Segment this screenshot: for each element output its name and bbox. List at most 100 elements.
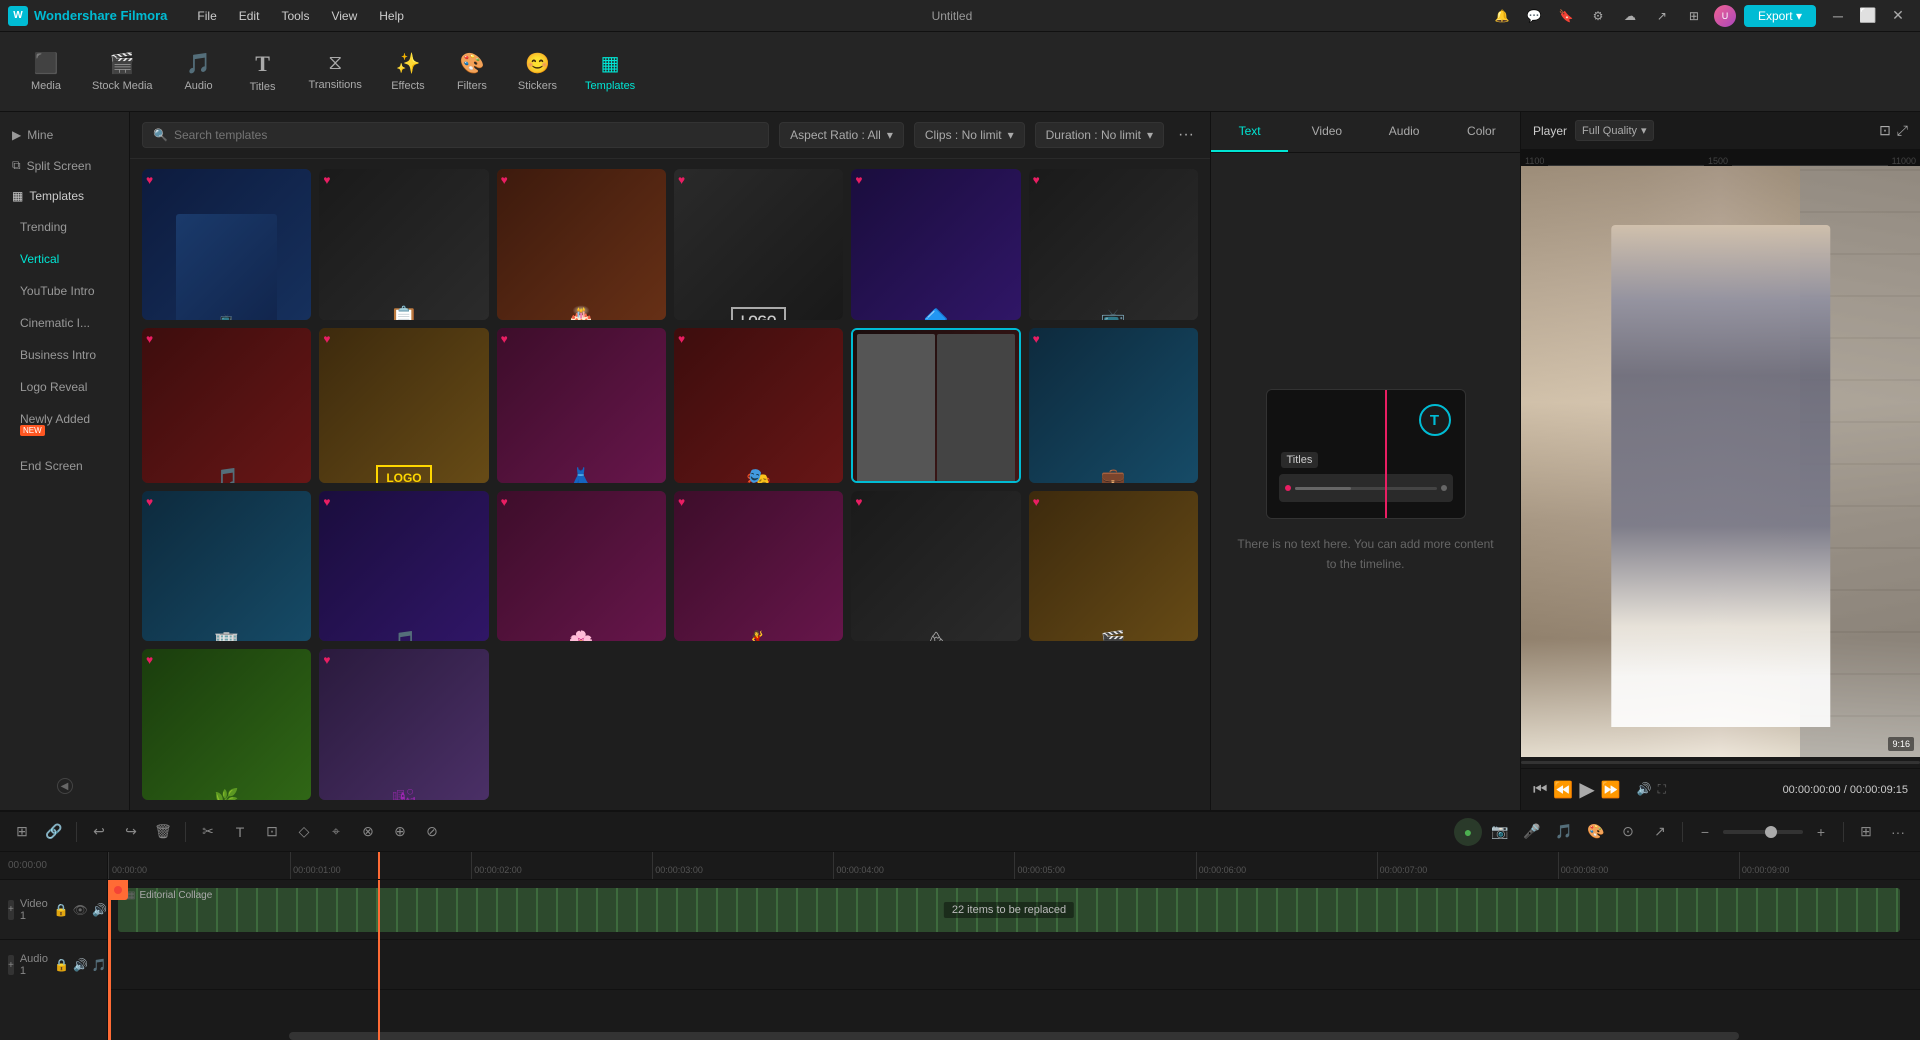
tab-color[interactable]: Color <box>1443 112 1520 152</box>
audio-lock-icon[interactable]: 🔒 <box>54 958 69 972</box>
sidebar-item-trending[interactable]: Trending <box>4 212 125 242</box>
template-card-13[interactable]: ♥ 🏢 00:11 ⬇ Exquisite Business Sal... <box>142 491 311 642</box>
aspect-ratio-filter[interactable]: Aspect Ratio : All ▾ <box>779 122 904 148</box>
template-card-18[interactable]: ♥ 🎬 00:11 ⬇ <box>1029 491 1198 642</box>
message-icon[interactable]: 💬 <box>1522 4 1546 28</box>
template-card-14[interactable]: ♥ 🎵 00:11 ⬇ Dynamic Music Snap 03 <box>319 491 488 642</box>
mic-button[interactable]: 🎤 <box>1518 818 1546 846</box>
video-clip[interactable]: ▦ Editorial Collage 22 items to be repla… <box>118 888 1900 932</box>
minimize-button[interactable]: ─ <box>1824 4 1852 28</box>
zoom-track[interactable] <box>1723 830 1803 834</box>
share-icon[interactable]: ↗ <box>1650 4 1674 28</box>
player-progress-bar[interactable] <box>1521 761 1920 764</box>
trim-button[interactable]: ⊘ <box>418 818 446 846</box>
close-button[interactable]: ✕ <box>1884 4 1912 28</box>
split-button[interactable]: ⊕ <box>386 818 414 846</box>
notification-icon[interactable]: 🔔 <box>1490 4 1514 28</box>
tool-effects[interactable]: ✨ Effects <box>378 43 438 100</box>
audio-record-button[interactable]: 🎵 <box>1550 818 1578 846</box>
add-track-button[interactable]: ⊞ <box>8 818 36 846</box>
menu-tools[interactable]: Tools <box>271 5 319 27</box>
template-card-11[interactable]: Add to Project ♥ 00:09 + Editorial Colla… <box>851 328 1020 483</box>
timeline-ruler[interactable]: 00:00:00 00:00:01:00 00:00:02:00 00:00:0… <box>108 852 1920 880</box>
crop-icon[interactable]: ⊡ <box>1879 122 1891 139</box>
sidebar-item-logo-reveal[interactable]: Logo Reveal <box>4 372 125 402</box>
sidebar-item-youtube-intro[interactable]: YouTube Intro <box>4 276 125 306</box>
template-card-6[interactable]: ♥ 📺 00:08 ⬇ Endscreen 06 <box>1029 169 1198 320</box>
video-eye-icon[interactable]: 👁 <box>73 903 88 917</box>
add-video-track-button[interactable]: + <box>8 900 14 920</box>
menu-edit[interactable]: Edit <box>229 5 270 27</box>
layout-button[interactable]: ⊞ <box>1852 818 1880 846</box>
quality-select[interactable]: Full Quality ▾ <box>1575 120 1654 141</box>
template-card-17[interactable]: ♥ 🏔 00:15 ⬇ + <box>851 491 1020 642</box>
bookmark-icon[interactable]: 🔖 <box>1554 4 1578 28</box>
cut-button[interactable]: ✂ <box>194 818 222 846</box>
sidebar-item-business-intro[interactable]: Business Intro <box>4 340 125 370</box>
player-video[interactable]: 9:16 <box>1521 166 1920 757</box>
video-lock-icon[interactable]: 🔒 <box>54 903 69 917</box>
template-card-3[interactable]: ♥ 🎂 00:09 ⬇ Birthday Record 03 <box>497 169 666 320</box>
sidebar-item-end-screen[interactable]: End Screen <box>4 451 125 481</box>
step-forward-button[interactable]: ⏩ <box>1601 780 1621 800</box>
menu-view[interactable]: View <box>321 5 367 27</box>
tool-audio[interactable]: 🎵 Audio <box>169 43 229 100</box>
stabilize-button[interactable]: ⊗ <box>354 818 382 846</box>
undo-button[interactable]: ↩ <box>85 818 113 846</box>
template-card-12[interactable]: ♥ 💼 00:09 ⬇ Exquisite Business Sal... <box>1029 328 1198 483</box>
tab-audio[interactable]: Audio <box>1366 112 1443 152</box>
tool-filters[interactable]: 🎨 Filters <box>442 43 502 100</box>
tool-templates[interactable]: ▦ Templates <box>573 43 647 100</box>
color-grading-button[interactable]: 🎨 <box>1582 818 1610 846</box>
audio-mute-icon[interactable]: 🔊 <box>73 958 88 972</box>
fullscreen-player-icon[interactable]: ⛶ <box>1658 782 1666 797</box>
text-button[interactable]: T <box>226 818 254 846</box>
camera-button[interactable]: 📷 <box>1486 818 1514 846</box>
maximize-button[interactable]: ⬜ <box>1854 4 1882 28</box>
clips-filter[interactable]: Clips : No limit ▾ <box>914 122 1025 148</box>
template-card-7[interactable]: ♥ 🎵 00:11 ⬇ Record Love 02 <box>142 328 311 483</box>
tool-media[interactable]: ⬛ Media <box>16 43 76 100</box>
mask-button[interactable]: ⌖ <box>322 818 350 846</box>
template-card-15[interactable]: ♥ 🌸 00:13 ⬇ Sweet And Beautiful F... <box>497 491 666 642</box>
more-button[interactable]: ··· <box>1884 818 1912 846</box>
sidebar-item-vertical[interactable]: Vertical <box>4 244 125 274</box>
menu-file[interactable]: File <box>187 5 226 27</box>
sidebar-mine[interactable]: ▶ Mine <box>0 120 129 150</box>
tool-stickers[interactable]: 😊 Stickers <box>506 43 569 100</box>
zoom-in-button[interactable]: + <box>1807 818 1835 846</box>
cloud-icon[interactable]: ☁ <box>1618 4 1642 28</box>
collapse-sidebar-button[interactable]: ◀ <box>57 778 73 794</box>
redo-button[interactable]: ↪ <box>117 818 145 846</box>
crop-button[interactable]: ⊡ <box>258 818 286 846</box>
link-button[interactable]: 🔗 <box>40 818 68 846</box>
template-card-19[interactable]: ♥ 🌿 00:10 ⬇ <box>142 649 311 800</box>
template-card-5[interactable]: ♥ 🔷 00:06 ⬇ LOGO Reveal 17 <box>851 169 1020 320</box>
template-card-2[interactable]: ♥ 📋 00:09 ⬇ Endscreen 05 <box>319 169 488 320</box>
tab-text[interactable]: Text <box>1211 112 1288 152</box>
export-small-button[interactable]: ↗ <box>1646 818 1674 846</box>
tool-stock-media[interactable]: 🎬 Stock Media <box>80 43 165 100</box>
volume-icon[interactable]: 🔊 <box>1637 782 1652 797</box>
sidebar-split-screen[interactable]: ⧉ Split Screen <box>0 150 129 181</box>
template-card-4[interactable]: ♥ LOGO 00:09 ⬇ LOGO Reveal 12 <box>674 169 843 320</box>
delete-button[interactable]: 🗑 <box>149 818 177 846</box>
template-card-9[interactable]: ♥ 👗 00:13 ⬇ AI Style Fashion Vibes ... <box>497 328 666 483</box>
apps-icon[interactable]: ⊞ <box>1682 4 1706 28</box>
template-card-10[interactable]: ♥ 🎭 00:10 ⬇ The Clown Appears <box>674 328 843 483</box>
keyframe-button[interactable]: ◇ <box>290 818 318 846</box>
search-box[interactable]: 🔍 <box>142 122 769 148</box>
audio-solo-icon[interactable]: 🎵 <box>92 958 107 972</box>
export-button[interactable]: Media Export ▾ <box>1744 5 1816 27</box>
zoom-thumb[interactable] <box>1765 826 1777 838</box>
play-button[interactable]: ▶ <box>1579 777 1594 802</box>
template-card-1[interactable]: ♥ 📺 00:09 ⬇ The Key News Channe... <box>142 169 311 320</box>
timeline-settings-button[interactable]: ● <box>1454 818 1482 846</box>
step-back-button[interactable]: ⏪ <box>1553 780 1573 800</box>
tab-video[interactable]: Video <box>1288 112 1365 152</box>
zoom-out-button[interactable]: − <box>1691 818 1719 846</box>
stabilize2-button[interactable]: ⊙ <box>1614 818 1642 846</box>
template-card-20[interactable]: ♥ 🏙 00:10 ⬇ <box>319 649 488 800</box>
template-card-16[interactable]: ♥ 💃 00:12 ⬇ <box>674 491 843 642</box>
sidebar-item-cinematic[interactable]: Cinematic I... <box>4 308 125 338</box>
